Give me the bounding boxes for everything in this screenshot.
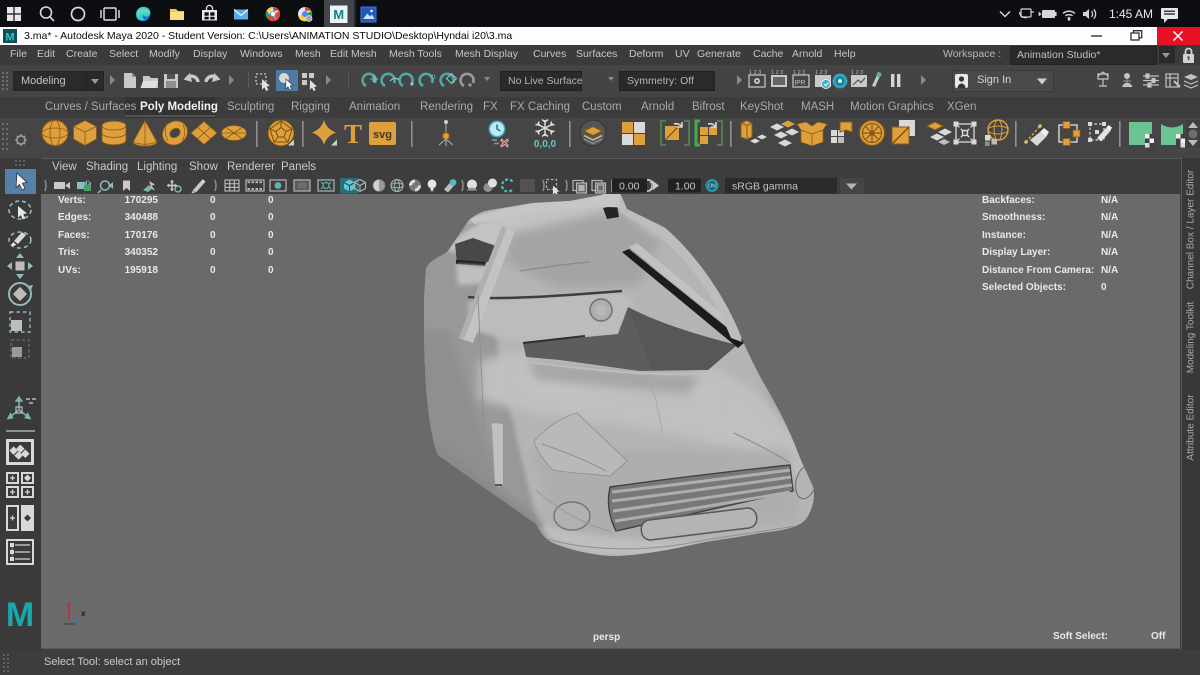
svg-text:ON: ON: [708, 184, 716, 190]
svg-text:1:45 AM: 1:45 AM: [1109, 7, 1153, 21]
svg-text:1.00: 1.00: [675, 181, 696, 193]
svg-text:svg: svg: [373, 129, 392, 141]
svg-text:IPR: IPR: [795, 80, 806, 87]
svg-text:T: T: [344, 119, 362, 149]
svg-text:sRGB gamma: sRGB gamma: [732, 181, 798, 193]
svg-text:0,0,0: 0,0,0: [534, 139, 557, 150]
svg-text:0.00: 0.00: [619, 181, 640, 193]
svg-text:M: M: [6, 596, 34, 634]
svg-text:x: x: [81, 609, 86, 618]
svg-text:M: M: [333, 7, 344, 22]
svg-text:M: M: [5, 32, 14, 44]
